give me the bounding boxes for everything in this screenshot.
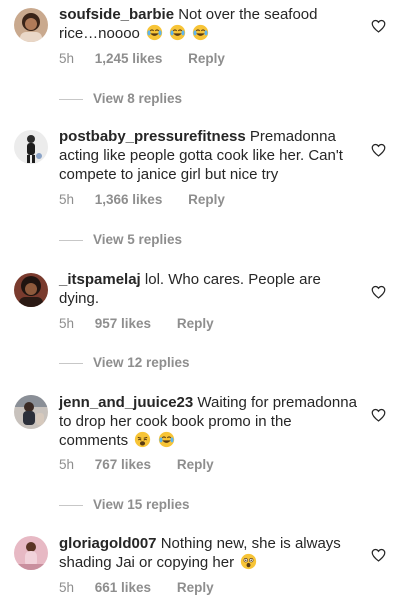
view-replies-label: View 8 replies <box>93 91 183 106</box>
crying-laughing-emoji-icon <box>144 24 167 42</box>
comment-meta: 5h 1,245 likes Reply <box>59 51 225 66</box>
view-replies-button[interactable]: View 12 replies <box>59 355 190 370</box>
like-count[interactable]: 957 likes <box>95 316 151 331</box>
heart-outline-icon[interactable] <box>371 143 386 157</box>
heart-outline-icon[interactable] <box>371 408 386 422</box>
like-count[interactable]: 767 likes <box>95 457 151 472</box>
weary-face-emoji-icon <box>132 431 155 449</box>
like-count[interactable]: 661 likes <box>95 580 151 595</box>
comment-text: postbaby_pressurefitness Premadonna acti… <box>59 127 359 184</box>
divider-line <box>59 239 83 241</box>
comment-meta: 5h 661 likes Reply <box>59 580 214 595</box>
comment-text: _itspamelaj lol. Who cares. People are d… <box>59 270 359 308</box>
avatar[interactable] <box>14 395 48 429</box>
comment-username[interactable]: soufside_barbie <box>59 6 174 23</box>
heart-outline-icon[interactable] <box>371 19 386 33</box>
view-replies-button[interactable]: View 15 replies <box>59 497 190 512</box>
comment-meta: 5h 1,366 likes Reply <box>59 192 225 207</box>
comment-time: 5h <box>59 51 75 66</box>
astonished-face-emoji-icon <box>238 553 257 571</box>
crying-laughing-emoji-icon <box>167 24 190 42</box>
crying-laughing-emoji-icon <box>190 24 209 42</box>
view-replies-label: View 12 replies <box>93 355 190 370</box>
view-replies-label: View 5 replies <box>93 232 183 247</box>
like-count[interactable]: 1,366 likes <box>95 192 163 207</box>
view-replies-button[interactable]: View 8 replies <box>59 91 182 106</box>
like-count[interactable]: 1,245 likes <box>95 51 163 66</box>
comment-username[interactable]: postbaby_pressurefitness <box>59 128 246 145</box>
comment-time: 5h <box>59 316 75 331</box>
comment-username[interactable]: _itspamelaj <box>59 271 141 288</box>
comment-time: 5h <box>59 192 75 207</box>
reply-button[interactable]: Reply <box>177 316 214 331</box>
avatar[interactable] <box>14 536 48 570</box>
divider-line <box>59 98 83 100</box>
comment-time: 5h <box>59 457 75 472</box>
comment-meta: 5h 957 likes Reply <box>59 316 214 331</box>
heart-outline-icon[interactable] <box>371 548 386 562</box>
avatar[interactable] <box>14 273 48 307</box>
crying-laughing-emoji-icon <box>156 431 175 449</box>
comment-username[interactable]: gloriagold007 <box>59 535 157 552</box>
heart-outline-icon[interactable] <box>371 285 386 299</box>
comment-text: gloriagold007 Nothing new, she is always… <box>59 534 359 572</box>
view-replies-button[interactable]: View 5 replies <box>59 232 182 247</box>
reply-button[interactable]: Reply <box>188 51 225 66</box>
comment-text: soufside_barbie Not over the seafood ric… <box>59 5 359 43</box>
comment-time: 5h <box>59 580 75 595</box>
comment-meta: 5h 767 likes Reply <box>59 457 214 472</box>
reply-button[interactable]: Reply <box>177 580 214 595</box>
comment-username[interactable]: jenn_and_juuice23 <box>59 394 193 411</box>
reply-button[interactable]: Reply <box>188 192 225 207</box>
comment-text: jenn_and_juuice23 Waiting for premadonna… <box>59 393 359 450</box>
divider-line <box>59 504 83 506</box>
avatar[interactable] <box>14 8 48 42</box>
divider-line <box>59 362 83 364</box>
avatar[interactable] <box>14 130 48 164</box>
view-replies-label: View 15 replies <box>93 497 190 512</box>
reply-button[interactable]: Reply <box>177 457 214 472</box>
